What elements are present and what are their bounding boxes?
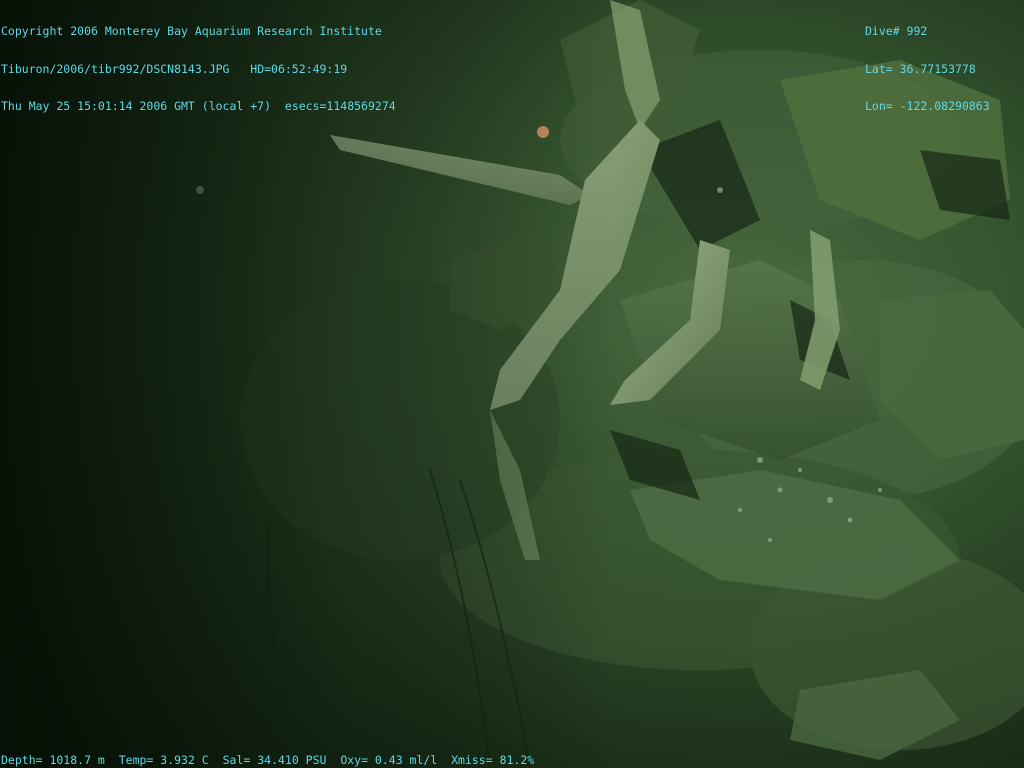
underwater-camera-frame: Copyright 2006 Monterey Bay Aquarium Res…	[0, 0, 1024, 768]
dive-number-text: Dive# 992	[865, 24, 928, 38]
salinity-text: Sal= 34.410 PSU	[222, 753, 327, 767]
overlay-top-left: Copyright 2006 Monterey Bay Aquarium Res…	[1, 0, 396, 138]
copyright-text: Copyright 2006 Monterey Bay Aquarium Res…	[1, 24, 382, 38]
depth-text: Depth= 1018.7 m	[1, 753, 105, 767]
oxygen-text: Oxy= 0.43 ml/l	[340, 753, 438, 767]
datetime-line: Thu May 25 15:01:14 2006 GMT (local +7) …	[1, 100, 396, 113]
longitude-text: Lon= -122.08290863	[865, 99, 990, 113]
esecs-text: esecs=1148569274	[284, 99, 396, 113]
file-path-text: Tiburon/2006/tibr992/DSCN8143.JPG	[1, 61, 230, 76]
overlay-top-right: Dive# 992 Lat= 36.77153778 Lon= -122.082…	[865, 0, 990, 138]
hd-timecode-text: HD=06:52:49:19	[250, 61, 348, 76]
temperature-text: Temp= 3.932 C	[118, 753, 209, 767]
latitude-text: Lat= 36.77153778	[865, 61, 976, 76]
datetime-text: Thu May 25 15:01:14 2006 GMT (local +7)	[1, 99, 272, 113]
overlay-bottom-sensors: Depth= 1018.7 m Temp= 3.932 C Sal= 34.41…	[1, 754, 534, 767]
file-path-line: Tiburon/2006/tibr992/DSCN8143.JPG HD=06:…	[1, 61, 396, 76]
transmissivity-text: Xmiss= 81.2%	[451, 753, 535, 767]
